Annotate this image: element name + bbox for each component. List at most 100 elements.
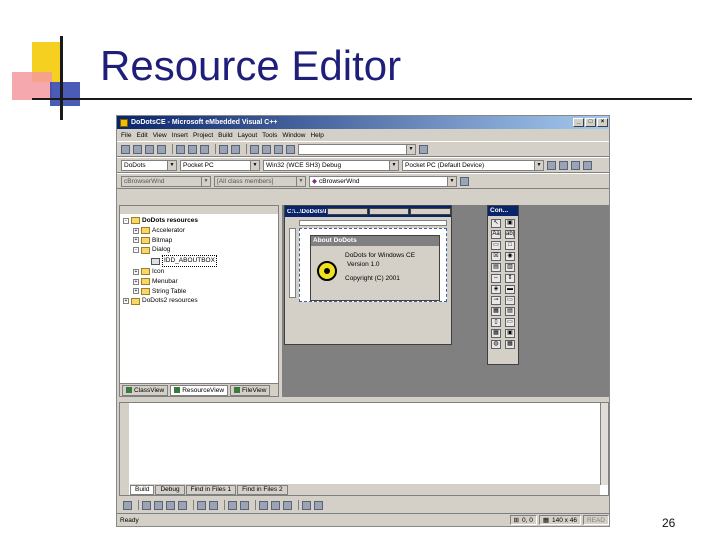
minimize-button[interactable]: _ [573, 118, 584, 127]
align-bottom-icon[interactable] [178, 500, 187, 510]
project-combo[interactable]: DoDots ▼ [121, 159, 177, 171]
output-scrollbar[interactable] [600, 403, 608, 485]
tree-item[interactable]: + String Table [123, 287, 275, 297]
spin-icon[interactable]: ◈ [491, 285, 501, 294]
expand-icon[interactable]: + [133, 288, 139, 295]
save-icon[interactable] [145, 144, 154, 154]
find-in-files-icon[interactable] [419, 144, 428, 154]
tree-item[interactable]: IDD_ABOUTBOX [123, 255, 275, 267]
chevron-down-icon[interactable]: ▼ [201, 176, 210, 186]
about-dialog-text[interactable]: DoDots for Windows CE Version 1.0 Copyri… [345, 251, 415, 283]
tree-item[interactable]: + Icon [123, 267, 275, 277]
maximize-button[interactable] [368, 208, 410, 215]
chevron-down-icon[interactable]: ▼ [406, 144, 415, 154]
radio-icon[interactable]: ◉ [505, 252, 515, 261]
new-file-icon[interactable] [121, 144, 130, 154]
output-icon[interactable] [262, 144, 271, 154]
cut-icon[interactable] [176, 144, 185, 154]
dialog-canvas[interactable]: About DoDots DoDots for Windows CE Versi… [299, 228, 447, 302]
config-combo[interactable]: Win32 (WCE SH3) Debug ▼ [263, 159, 399, 171]
hotkey-icon[interactable]: ▭ [505, 296, 515, 305]
chevron-down-icon[interactable]: ▼ [389, 160, 398, 170]
stop-build-icon[interactable] [571, 160, 580, 170]
tree-item[interactable]: - DoDots resources [123, 216, 275, 226]
tree-item[interactable]: + Accelerator [123, 226, 275, 236]
find-combo[interactable]: ▼ [298, 143, 416, 155]
tab-icon[interactable]: ▯ [491, 318, 501, 327]
expand-icon[interactable]: + [133, 237, 139, 244]
menu-insert[interactable]: Insert [172, 132, 188, 139]
expand-icon[interactable]: + [133, 268, 139, 275]
toggle-guides-icon[interactable] [314, 500, 323, 510]
grid-icon[interactable]: ▦ [505, 340, 515, 349]
tab-find-in-files-2[interactable]: Find in Files 2 [237, 484, 288, 495]
static-text-icon[interactable]: Aa [491, 230, 501, 239]
minimize-button[interactable] [326, 208, 368, 215]
tree-icon[interactable]: ▤ [505, 307, 515, 316]
progress-icon[interactable]: ▬ [505, 285, 515, 294]
collapse-icon[interactable]: - [123, 217, 129, 224]
menu-view[interactable]: View [153, 132, 167, 139]
tree-item[interactable]: + DoDots2 resources [123, 296, 275, 306]
compile-icon[interactable] [547, 160, 556, 170]
tab-find-in-files-1[interactable]: Find in Files 1 [185, 484, 237, 495]
date-icon[interactable]: ▣ [505, 329, 515, 338]
button-icon[interactable]: □ [505, 241, 515, 250]
custom-icon[interactable]: ◍ [491, 340, 501, 349]
tab-fileview[interactable]: FileView [230, 384, 271, 396]
copy-icon[interactable] [188, 144, 197, 154]
device-combo[interactable]: Pocket PC (Default Device) ▼ [402, 159, 544, 171]
menu-help[interactable]: Help [310, 132, 323, 139]
class-combo[interactable]: cBrowserWnd ▼ [121, 175, 211, 187]
tab-debug[interactable]: Debug [155, 484, 185, 495]
collapse-icon[interactable]: - [133, 247, 139, 254]
menu-tools[interactable]: Tools [262, 132, 277, 139]
platform-combo[interactable]: Pocket PC ▼ [180, 159, 260, 171]
menu-project[interactable]: Project [193, 132, 213, 139]
find-icon[interactable] [286, 144, 295, 154]
menu-file[interactable]: File [121, 132, 131, 139]
pointer-icon[interactable]: ↖ [491, 219, 501, 228]
same-size-icon[interactable] [283, 500, 292, 510]
listctrl-icon[interactable]: ▦ [491, 307, 501, 316]
tab-build[interactable]: Build [130, 484, 155, 495]
chevron-down-icon[interactable]: ▼ [534, 160, 543, 170]
align-right-icon[interactable] [154, 500, 163, 510]
tree-item[interactable]: + Menubar [123, 277, 275, 287]
vscroll-icon[interactable]: ⇕ [505, 274, 515, 283]
menu-build[interactable]: Build [218, 132, 232, 139]
tree-item[interactable]: + Bitmap [123, 236, 275, 246]
slider-icon[interactable]: ⊸ [491, 296, 501, 305]
tab-resourceview[interactable]: ResourceView [170, 384, 229, 396]
workspace-icon[interactable] [250, 144, 259, 154]
execute-icon[interactable] [583, 160, 592, 170]
richedit-icon[interactable]: ▦ [491, 329, 501, 338]
chevron-down-icon[interactable]: ▼ [250, 160, 259, 170]
close-button[interactable]: × [597, 118, 608, 127]
same-width-icon[interactable] [259, 500, 268, 510]
function-combo[interactable]: ◆ cBrowserWnd ▼ [309, 175, 457, 187]
hscroll-icon[interactable]: ⇔ [491, 274, 501, 283]
wizard-action-icon[interactable] [460, 176, 469, 186]
tree-item[interactable]: - Dialog [123, 245, 275, 255]
space-across-icon[interactable] [228, 500, 237, 510]
close-button[interactable] [410, 208, 451, 215]
dialog-editor-window[interactable]: C:\...\DoDots\DoDots.rc - IDD_ABOUTBOX (… [284, 205, 452, 345]
expand-icon[interactable]: + [123, 298, 129, 305]
expand-icon[interactable]: + [133, 227, 139, 234]
chevron-down-icon[interactable]: ▼ [447, 176, 456, 186]
menu-window[interactable]: Window [282, 132, 305, 139]
edit-box-icon[interactable]: ab| [505, 230, 515, 239]
animate-icon[interactable]: ▭ [505, 318, 515, 327]
menu-edit[interactable]: Edit [136, 132, 147, 139]
members-combo[interactable]: [All class members] ▼ [214, 175, 306, 187]
about-dialog-preview[interactable]: About DoDots DoDots for Windows CE Versi… [310, 235, 440, 301]
space-down-icon[interactable] [240, 500, 249, 510]
maximize-button[interactable]: □ [585, 118, 596, 127]
picture-icon[interactable]: ▣ [505, 219, 515, 228]
windows-icon[interactable] [274, 144, 283, 154]
save-all-icon[interactable] [157, 144, 166, 154]
tab-classview[interactable]: ClassView [122, 384, 169, 396]
center-vertical-icon[interactable] [197, 500, 206, 510]
open-icon[interactable] [133, 144, 142, 154]
